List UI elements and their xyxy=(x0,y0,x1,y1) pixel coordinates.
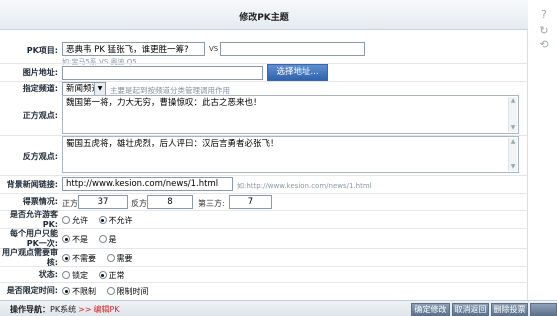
need-review-option-yes[interactable]: 需要 xyxy=(106,254,133,263)
extra-action-button[interactable]: 删除投票 xyxy=(491,303,528,316)
image-url-label: 图片地址: xyxy=(22,68,58,77)
time-limit-option-unlimited[interactable]: 不限制 xyxy=(62,287,96,296)
nav-system-link[interactable]: PK系统 xyxy=(50,305,76,314)
image-url-input[interactable] xyxy=(62,66,263,80)
news-link-label: 背景新闻链接: xyxy=(6,180,58,189)
radio-icon xyxy=(62,216,70,224)
need-review-label: 用户观点需要审核: xyxy=(2,248,58,267)
status-label: 状态: xyxy=(38,270,58,279)
con-view-row: 反方观点: 蜀国五虎将，雄壮虎烈，后人评曰：汉后言勇者必张飞！ ▲ ▼ xyxy=(0,136,528,174)
refresh-icon[interactable]: ↻ xyxy=(537,24,551,38)
once-per-user-row: 每个用户只能PK一次: 不是 是 xyxy=(0,228,528,248)
footer-bar: 操作导航：PK系统 >> 编辑PK 确定修改 取消返回 删除投票 xyxy=(0,300,557,316)
news-link-input[interactable] xyxy=(62,177,233,191)
allow-guest-option-no[interactable]: 不允许 xyxy=(98,216,133,225)
need-review-row: 用户观点需要审核: 不需要 需要 xyxy=(0,248,528,267)
con-view-text: 蜀国五虎将，雄壮虎烈，后人评曰：汉后言勇者必张飞！ xyxy=(66,139,279,149)
con-view-label: 反方观点: xyxy=(22,152,58,161)
status-option-normal[interactable]: 正常 xyxy=(98,271,125,280)
once-per-user-radio-group: 不是 是 xyxy=(62,234,125,245)
status-row: 状态: 锁定 正常 xyxy=(0,266,528,282)
radio-icon xyxy=(62,271,70,279)
pk-item-label: PK项目: xyxy=(26,46,58,55)
image-url-row: 图片地址: 选择地址... xyxy=(0,64,528,81)
radio-icon xyxy=(106,254,115,262)
time-limit-radio-group: 不限制 限制时间 xyxy=(62,286,157,297)
pro-view-textarea[interactable]: 魏国第一将，力大无穷，曹操惊叹：此古之恶来也！ ▲ ▼ xyxy=(62,95,519,134)
allow-guest-option-yes[interactable]: 允许 xyxy=(62,216,88,225)
scrollbar[interactable]: ▲ ▼ xyxy=(508,138,517,171)
third-votes-label: 第三方: xyxy=(198,199,225,208)
pro-view-row: 正方观点: 魏国第一将，力大无穷，曹操惊叹：此古之恶来也！ ▲ ▼ xyxy=(0,95,528,134)
once-per-user-option-yes[interactable]: 是 xyxy=(98,235,117,244)
radio-icon xyxy=(98,271,107,279)
page-title: 修改PK主题 xyxy=(0,0,528,30)
pk-left-input[interactable] xyxy=(62,42,205,56)
divider xyxy=(0,175,528,176)
need-review-radio-group: 不需要 需要 xyxy=(62,253,141,264)
news-link-row: 背景新闻链接: 如:http://www.kesion.com/news/1.h… xyxy=(0,177,528,193)
chevron-down-icon: ▼ xyxy=(94,83,105,95)
question-icon[interactable]: ? xyxy=(537,8,551,22)
radio-icon xyxy=(62,235,70,243)
radio-icon xyxy=(62,287,70,295)
allow-guest-radio-group: 允许 不允许 xyxy=(62,215,141,226)
pro-view-label: 正方观点: xyxy=(22,111,58,120)
status-option-locked[interactable]: 锁定 xyxy=(62,271,88,280)
select-address-button[interactable]: 选择地址... xyxy=(267,64,328,81)
status-radio-group: 锁定 正常 xyxy=(62,270,133,281)
nav-current: 编辑PK xyxy=(93,305,120,314)
channel-select[interactable]: 新闻频道 ▼ xyxy=(62,82,106,96)
overflow-button[interactable] xyxy=(530,303,557,316)
once-per-user-label: 每个用户只能PK一次: xyxy=(10,229,58,248)
pro-view-text: 魏国第一将，力大无穷，曹操惊叹：此古之恶来也！ xyxy=(66,98,262,108)
cancel-return-button[interactable]: 取消返回 xyxy=(452,303,489,316)
votes-row: 得票情况: 正方: 反方: 第三方: xyxy=(0,195,528,209)
third-votes-input[interactable] xyxy=(229,195,272,209)
con-votes-input[interactable] xyxy=(147,195,193,209)
time-limit-label: 是否限定时间: xyxy=(6,286,58,295)
pro-votes-input[interactable] xyxy=(78,195,128,209)
need-review-option-no[interactable]: 不需要 xyxy=(62,254,96,263)
radio-icon xyxy=(98,216,107,224)
time-limit-option-limited[interactable]: 限制时间 xyxy=(106,287,149,296)
channel-label: 指定频道: xyxy=(22,84,58,93)
recycle-icon[interactable]: ⟲ xyxy=(537,38,551,52)
allow-guest-label: 是否允许游客PK: xyxy=(10,210,58,229)
allow-guest-row: 是否允许游客PK: 允许 不允许 xyxy=(0,210,528,229)
time-limit-row: 是否限定时间: 不限制 限制时间 xyxy=(0,283,528,299)
once-per-user-option-no[interactable]: 不是 xyxy=(62,235,88,244)
votes-label: 得票情况: xyxy=(22,197,58,206)
nav-label: 操作导航： xyxy=(10,305,50,314)
radio-icon xyxy=(98,235,107,243)
main-frame: 修改PK主题 PK项目: VS 如:宝马5系 VS 奥迪 Q5 图片地址: 选择… xyxy=(0,0,528,316)
scrollbar[interactable]: ▲ ▼ xyxy=(508,97,517,132)
radio-icon xyxy=(106,287,115,295)
breadcrumb: 操作导航：PK系统 >> 编辑PK xyxy=(10,304,120,315)
confirm-edit-button[interactable]: 确定修改 xyxy=(411,303,450,316)
news-link-hint: 如:http://www.kesion.com/news/1.html xyxy=(237,182,372,190)
radio-icon xyxy=(62,254,70,262)
pk-right-input[interactable] xyxy=(220,42,365,56)
vs-label: VS xyxy=(209,45,219,53)
con-view-textarea[interactable]: 蜀国五虎将，雄壮虎烈，后人评曰：汉后言勇者必张飞！ ▲ ▼ xyxy=(62,136,519,173)
divider xyxy=(0,193,528,194)
nav-arrow: >> xyxy=(78,305,92,314)
